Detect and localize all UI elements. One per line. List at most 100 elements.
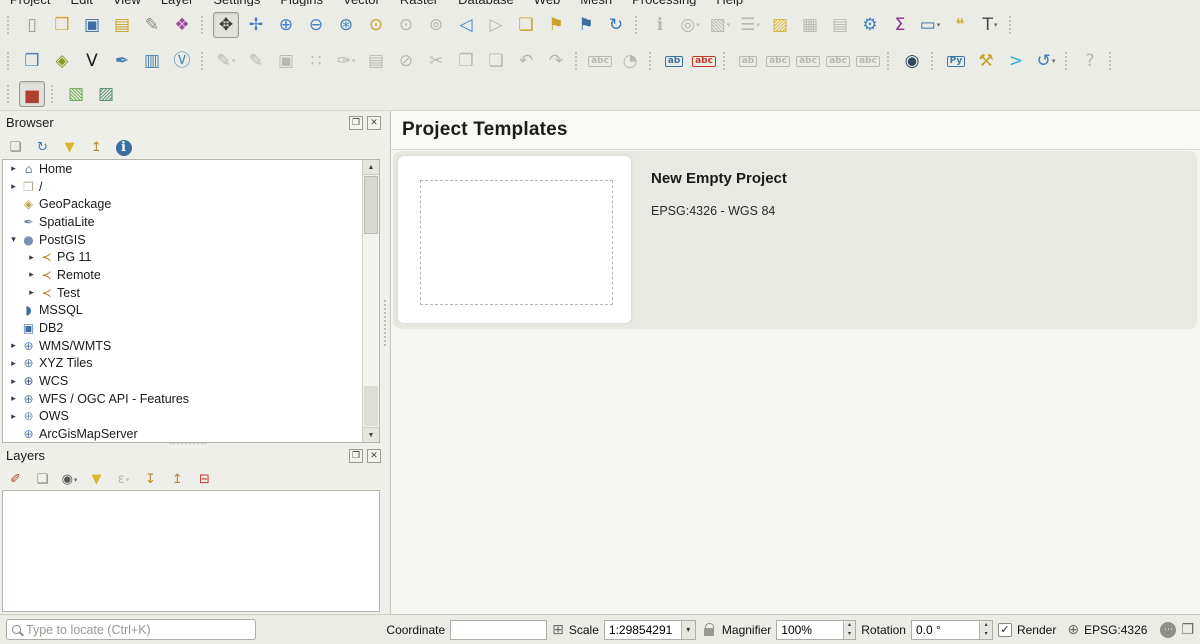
layers-float-button[interactable]: ❐ [349,449,363,463]
tree-item-postgis[interactable]: ▾●PostGIS [3,231,379,249]
browser-properties-icon[interactable]: ℹ [114,138,133,157]
project-template-card[interactable]: New Empty Project EPSG:4326 - WGS 84 [393,151,1197,329]
processing-toolbox-icon[interactable]: ⚙ [857,12,883,38]
map-plugin-icon[interactable]: ▧ [63,81,89,107]
show-layout-manager-icon[interactable]: ✎ [139,12,165,38]
data-source-manager-icon[interactable]: ❒ [19,48,45,74]
tree-item-geopackage[interactable]: ◈GeoPackage [3,195,379,213]
tree-item-spatialite[interactable]: ✒SpatiaLite [3,213,379,231]
collapse-all-layers-icon[interactable]: ↥ [168,470,187,489]
tree-item-wfs-ogc-api-features[interactable]: ▸⊕WFS / OGC API - Features [3,390,379,408]
go-next-icon[interactable]: > [1003,48,1029,74]
tree-item-wms-wmts[interactable]: ▸⊕WMS/WMTS [3,337,379,355]
add-group-icon[interactable]: ❏ [33,470,52,489]
scroll-up-icon[interactable]: ▲ [363,160,379,175]
tree-item-test[interactable]: ▸≺Test [3,284,379,302]
expander-icon[interactable]: ▸ [7,376,20,387]
zoom-out-icon[interactable]: ⊖ [303,12,329,38]
save-project-icon[interactable]: ▣ [79,12,105,38]
zoom-full-icon[interactable]: ⊛ [333,12,359,38]
lock-scale-icon[interactable] [704,628,714,636]
browser-scrollbar[interactable]: ▲ ▼ [362,160,379,442]
new-project-icon[interactable]: ▯ [19,12,45,38]
rotation-spin-buttons[interactable]: ▴ ▾ [979,621,992,639]
locator-search[interactable] [6,619,256,640]
manage-map-themes-icon[interactable]: ◉▾ [60,470,79,489]
spin-up-icon[interactable]: ▴ [848,621,851,630]
deselect-features-icon[interactable]: ▨ [767,12,793,38]
remove-layer-icon[interactable]: ⊟ [195,470,214,489]
search-input[interactable] [26,623,250,637]
add-selected-layers-icon[interactable]: ❏ [6,138,25,157]
new-memory-layer-icon[interactable]: Ⓥ [169,48,195,74]
magnifier-spin-buttons[interactable]: ▴ ▾ [843,621,856,639]
coordinate-field[interactable] [451,623,546,637]
expander-icon[interactable]: ▸ [7,411,20,422]
browser-float-button[interactable]: ❐ [349,116,363,130]
expander-icon[interactable]: ▸ [25,252,38,263]
new-virtual-layer-icon[interactable]: ▥ [139,48,165,74]
map-tools-plugin-icon[interactable]: ▨ [93,81,119,107]
browser-close-button[interactable]: ✕ [367,116,381,130]
show-bookmarks-icon[interactable]: ⚑ [573,12,599,38]
reload-plugins-icon[interactable]: ↺▾ [1033,48,1059,74]
render-checkbox[interactable]: ✓ [998,623,1012,637]
map-tips-icon[interactable]: ❝ [947,12,973,38]
style-manager-icon[interactable]: ❖ [169,12,195,38]
refresh-browser-icon[interactable]: ↻ [33,138,52,157]
tree-item-mssql[interactable]: ◗MSSQL [3,302,379,320]
open-project-icon[interactable]: ❒ [49,12,75,38]
layers-close-button[interactable]: ✕ [367,449,381,463]
text-annotation-icon[interactable]: T▾ [977,12,1003,38]
new-geopackage-layer-icon[interactable]: ◈ [49,48,75,74]
filter-browser-icon[interactable]: ▼ [60,138,79,157]
zoom-last-icon[interactable]: ◁ [453,12,479,38]
scale-input[interactable] [605,623,681,637]
new-bookmark-icon[interactable]: ❏ [513,12,539,38]
messages-icon[interactable]: ⋯ [1160,622,1176,638]
tree-item-root[interactable]: ▸❒/ [3,178,379,196]
layers-list-empty[interactable] [2,490,380,612]
crs-status-button[interactable]: EPSG:4326 [1084,623,1147,637]
histogram-plugin-icon[interactable]: ▅ [19,81,45,107]
map-overview-icon[interactable]: ❒ [1181,622,1194,638]
magnifier-input[interactable] [777,623,843,637]
expander-icon[interactable]: ▸ [25,269,38,280]
rotation-input[interactable] [912,623,979,637]
metasearch-icon[interactable]: ◉ [899,48,925,74]
spin-up-icon[interactable]: ▴ [985,621,988,630]
new-print-layout-icon[interactable]: ▤ [109,12,135,38]
tree-item-arcgismapserver[interactable]: ⊕ArcGisMapServer [3,425,379,443]
plugin-hammer-icon[interactable]: ⚒ [973,48,999,74]
expander-icon[interactable]: ▸ [7,393,20,404]
pan-map-icon[interactable]: ✥ [213,12,239,38]
template-thumbnail[interactable] [398,156,631,323]
scrollbar-thumb[interactable] [364,176,378,234]
tree-item-ows[interactable]: ▸⊕OWS [3,408,379,426]
scale-dropdown-icon[interactable]: ▾ [681,621,695,639]
expand-all-icon[interactable]: ↧ [141,470,160,489]
pin-labels-icon[interactable]: ab [661,48,687,74]
expander-icon[interactable]: ▸ [7,340,20,351]
extents-toggle-icon[interactable]: ⊞ [552,622,564,638]
python-console-icon[interactable]: Py [943,48,969,74]
expander-icon[interactable]: ▸ [7,163,20,174]
new-spatial-bookmark-icon[interactable]: ⚑ [543,12,569,38]
tree-item-home[interactable]: ▸⌂Home [3,160,379,178]
pan-to-selection-icon[interactable]: ✢ [243,12,269,38]
spin-down-icon[interactable]: ▾ [985,630,988,639]
highlight-pinned-labels-icon[interactable]: abc [691,48,717,74]
expander-icon[interactable]: ▸ [25,287,38,298]
open-layer-styling-icon[interactable]: ✐ [6,470,25,489]
new-spatialite-layer-icon[interactable]: ✒ [109,48,135,74]
zoom-to-layer-icon[interactable]: ⊙ [363,12,389,38]
zoom-in-icon[interactable]: ⊕ [273,12,299,38]
filter-legend-icon[interactable]: ▼ [87,470,106,489]
statistics-icon[interactable]: Σ [887,12,913,38]
tree-item-remote[interactable]: ▸≺Remote [3,266,379,284]
collapse-all-icon[interactable]: ↥ [87,138,106,157]
new-shapefile-layer-icon[interactable]: V [79,48,105,74]
spin-down-icon[interactable]: ▾ [848,630,851,639]
scroll-down-icon[interactable]: ▼ [363,427,379,442]
expander-icon[interactable]: ▸ [7,358,20,369]
